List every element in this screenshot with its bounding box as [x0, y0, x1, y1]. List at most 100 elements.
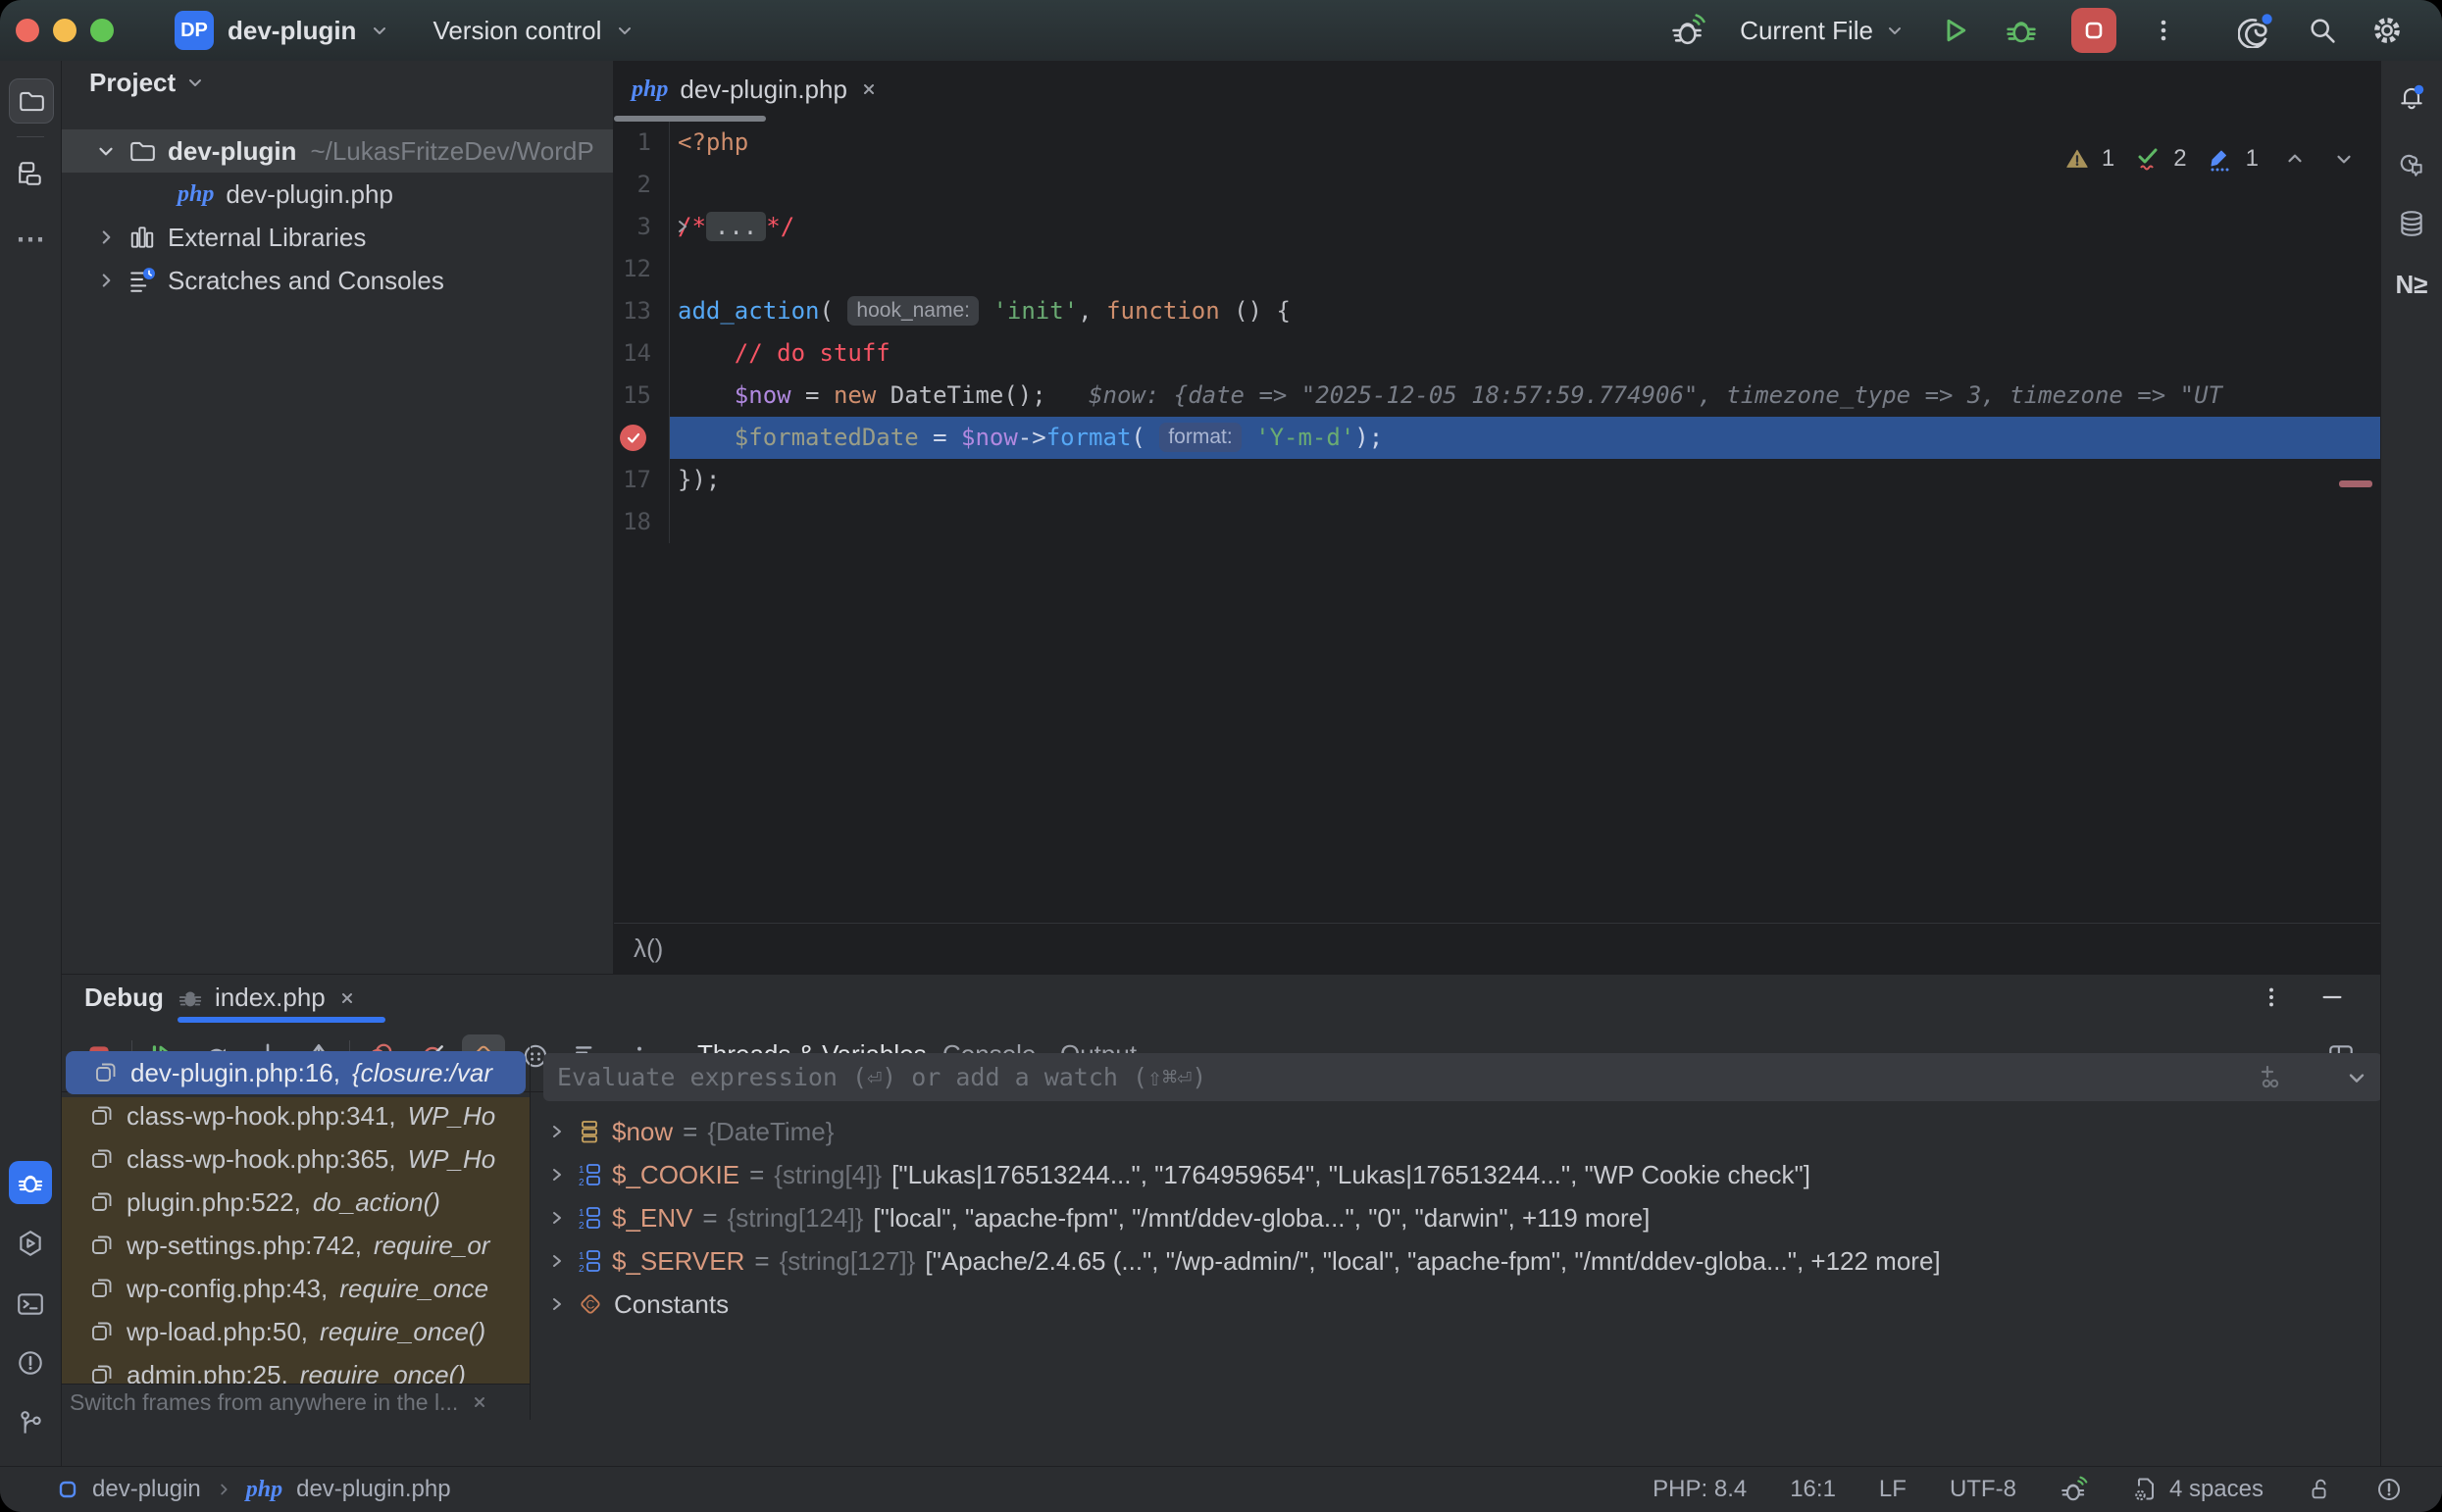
title-bar: DP dev-plugin Version control Current Fi…	[0, 0, 2442, 61]
close-icon[interactable]	[337, 988, 357, 1008]
code-line-13[interactable]: 13add_action( hook_name: 'init', functio…	[614, 290, 2380, 332]
close-icon[interactable]	[859, 79, 879, 99]
chevron-down-icon[interactable]	[2345, 1066, 2368, 1089]
fold-arrow-icon[interactable]	[673, 206, 692, 236]
editor-tab-dev-plugin[interactable]: php dev-plugin.php	[614, 61, 896, 118]
frame-row[interactable]: class-wp-hook.php:365,WP_Ho	[62, 1137, 530, 1181]
variable-row[interactable]: 12$_ENV={string[124]}["local", "apache-f…	[532, 1196, 2380, 1239]
notifications-tool-button[interactable]	[2390, 76, 2433, 120]
variable-row[interactable]: $now={DateTime}	[532, 1110, 2380, 1153]
run-button[interactable]	[1938, 14, 1971, 47]
frame-row[interactable]: wp-config.php:43,require_once	[62, 1267, 530, 1310]
chevron-right-icon[interactable]	[547, 1251, 567, 1271]
tree-row-scratches[interactable]: Scratches and Consoles	[62, 259, 613, 302]
minimize-window-button[interactable]	[53, 19, 76, 42]
chevron-right-icon[interactable]	[95, 227, 117, 248]
terminal-tool-button[interactable]	[9, 1283, 52, 1326]
git-tool-button[interactable]	[9, 1402, 52, 1445]
prev-problem-icon[interactable]	[2284, 148, 2306, 170]
variable-row[interactable]: 12$_SERVER={string[127]}["Apache/2.4.65 …	[532, 1239, 2380, 1283]
frame-row[interactable]: class-wp-hook.php:341,WP_Ho	[62, 1094, 530, 1137]
project-avatar[interactable]: DP	[175, 11, 214, 50]
chevron-right-icon[interactable]	[547, 1208, 567, 1228]
next-problem-icon[interactable]	[2333, 148, 2355, 170]
php-icon: php	[632, 76, 668, 103]
search-everywhere-icon[interactable]	[2307, 15, 2338, 46]
inspections-widget[interactable]: 1 2 1	[2064, 145, 2355, 173]
code-line-18[interactable]: 18	[614, 501, 2380, 543]
run-configuration-select[interactable]: Current File	[1740, 16, 1905, 46]
breadcrumb-lambda[interactable]: λ()	[634, 933, 663, 964]
variable-row[interactable]: 12$_COOKIE={string[4]}["Lukas|176513244.…	[532, 1153, 2380, 1196]
more-tool-windows-button[interactable]: ⋯	[9, 218, 52, 261]
variable-name: $_SERVER	[612, 1246, 744, 1277]
project-panel-header[interactable]: Project	[62, 61, 613, 104]
notifications-status-icon[interactable]	[2375, 1476, 2403, 1503]
tree-external-libraries-label: External Libraries	[168, 223, 366, 253]
listen-debug-icon[interactable]	[2060, 1475, 2089, 1504]
variable-row[interactable]: CConstants	[532, 1283, 2380, 1326]
error-stripe-mark[interactable]	[2339, 480, 2372, 487]
debug-tool-button[interactable]	[9, 1161, 52, 1204]
indent-widget[interactable]: 4 spaces	[2132, 1476, 2264, 1503]
frame-row[interactable]: wp-settings.php:742,require_or	[62, 1224, 530, 1267]
frame-row[interactable]: dev-plugin.php:16,{closure:/var	[66, 1051, 526, 1094]
debug-session-tab[interactable]: index.php	[178, 983, 357, 1013]
code-line-16[interactable]: $formatedDate = $now->format( format: 'Y…	[614, 417, 2380, 459]
add-watch-icon[interactable]	[2259, 1064, 2286, 1091]
project-menu[interactable]: dev-plugin	[228, 16, 356, 46]
hide-panel-icon[interactable]	[2319, 984, 2345, 1010]
settings-gear-icon[interactable]	[2371, 15, 2403, 46]
evaluate-expression-input[interactable]: Evaluate expression (⏎) or add a watch (…	[543, 1053, 2380, 1101]
services-tool-button[interactable]	[9, 1222, 52, 1265]
stop-button[interactable]	[2071, 8, 2116, 53]
maximize-window-button[interactable]	[90, 19, 114, 42]
editor-area: php dev-plugin.php 1<?php23/*...*/1213ad…	[614, 61, 2380, 974]
more-actions-kebab-icon[interactable]	[2150, 17, 2177, 44]
code-line-3[interactable]: 3/*...*/	[614, 206, 2380, 248]
project-tool-button[interactable]	[9, 78, 54, 124]
chevron-down-icon[interactable]	[95, 140, 117, 162]
database-tool-button[interactable]	[2390, 202, 2433, 245]
problems-tool-button[interactable]	[9, 1341, 52, 1385]
variable-value: ["local", "apache-fpm", "/mnt/ddev-globa…	[873, 1203, 1650, 1234]
ai-chat-tool-button[interactable]	[2390, 141, 2433, 184]
listen-debug-connections-icon[interactable]	[1671, 13, 1706, 48]
variable-name: $_COOKIE	[612, 1160, 739, 1190]
code-line-15[interactable]: 15 $now = new DateTime(); $now: {date =>…	[614, 375, 2380, 417]
close-window-button[interactable]	[16, 19, 39, 42]
structure-tool-button[interactable]	[9, 152, 52, 195]
variables-panel[interactable]: Evaluate expression (⏎) or add a watch (…	[532, 1045, 2380, 1467]
tree-row-external-libraries[interactable]: External Libraries	[62, 216, 613, 259]
ai-assistant-icon[interactable]	[2238, 13, 2273, 48]
frame-row[interactable]: plugin.php:522,do_action()	[62, 1181, 530, 1224]
breadcrumb-file[interactable]: dev-plugin.php	[296, 1476, 450, 1503]
code-line-17[interactable]: 17});	[614, 459, 2380, 501]
lock-icon[interactable]	[2307, 1477, 2332, 1502]
code-line-14[interactable]: 14 // do stuff	[614, 332, 2380, 375]
version-control-menu[interactable]: Version control	[432, 16, 601, 46]
code-viewport[interactable]: 1<?php23/*...*/1213add_action( hook_name…	[614, 122, 2380, 543]
breakpoint-icon[interactable]	[620, 425, 646, 451]
notes-tool-button[interactable]: N≥	[2390, 263, 2433, 306]
svg-text:C: C	[586, 1298, 595, 1312]
debug-button[interactable]	[2005, 14, 2038, 47]
caret-position-widget[interactable]: 16:1	[1790, 1476, 1836, 1503]
tree-row-php-file[interactable]: php dev-plugin.php	[62, 173, 613, 216]
services-icon	[16, 1229, 45, 1258]
frame-row[interactable]: admin.php:25,require_once()	[62, 1353, 530, 1384]
php-version-widget[interactable]: PHP: 8.4	[1653, 1476, 1747, 1503]
code-line-12[interactable]: 12	[614, 248, 2380, 290]
frame-row[interactable]: wp-load.php:50,require_once()	[62, 1310, 530, 1353]
breadcrumb-project[interactable]: dev-plugin	[92, 1476, 201, 1503]
tree-row-project-root[interactable]: dev-plugin ~/LukasFritzeDev/WordP	[62, 129, 613, 173]
chevron-right-icon[interactable]	[547, 1294, 567, 1314]
chevron-right-icon[interactable]	[547, 1165, 567, 1184]
encoding-widget[interactable]: UTF-8	[1950, 1476, 2016, 1503]
line-separator-widget[interactable]: LF	[1879, 1476, 1907, 1503]
frames-panel[interactable]: dev-plugin.php:16,{closure:/varclass-wp-…	[62, 1045, 531, 1384]
close-icon[interactable]	[470, 1392, 489, 1412]
chevron-right-icon[interactable]	[95, 270, 117, 291]
chevron-right-icon[interactable]	[547, 1122, 567, 1141]
debug-options-kebab-icon[interactable]	[2259, 984, 2284, 1010]
